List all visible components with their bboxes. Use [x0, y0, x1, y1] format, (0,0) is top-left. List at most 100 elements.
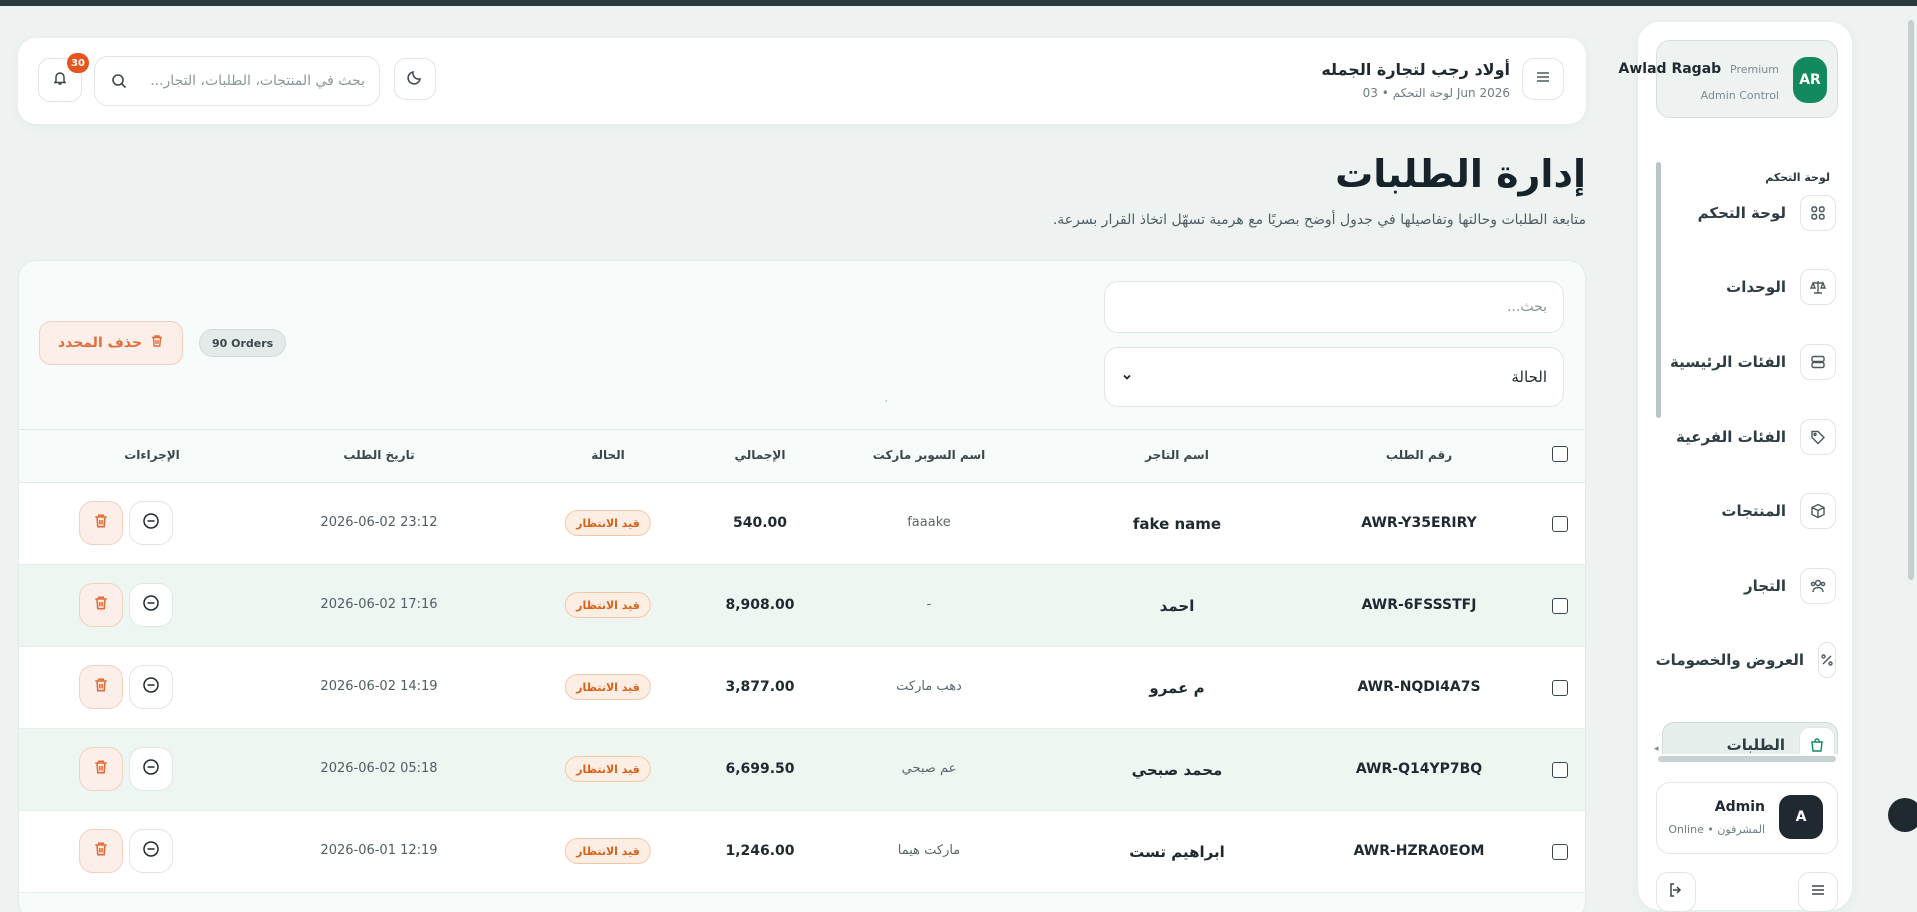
avatar: AR	[1793, 57, 1827, 103]
delete-order-button[interactable]	[79, 747, 123, 791]
status-badge: قيد الانتظار	[565, 510, 651, 536]
delete-selected-button[interactable]: حذف المحدد	[39, 321, 183, 365]
sidebar-item-label: الفئات الفرعية	[1676, 428, 1786, 446]
table-row[interactable]: AWR-HZRA0EOM ابراهيم تست ماركت هيما 1,24…	[19, 811, 1585, 893]
view-order-button[interactable]	[129, 747, 173, 791]
status-badge: قيد الانتظار	[565, 592, 651, 618]
order-total: 6,699.50	[725, 761, 795, 777]
view-order-button[interactable]	[129, 583, 173, 627]
sidebar-item-dashboard[interactable]: لوحة التحكم	[1662, 190, 1838, 236]
sidebar-horizontal-scrollbar[interactable]	[1658, 756, 1836, 762]
moon-icon	[407, 69, 423, 89]
view-order-button[interactable]	[129, 665, 173, 709]
row-checkbox[interactable]	[1552, 680, 1568, 696]
window-top-strip	[0, 0, 1917, 6]
profile-card[interactable]: AR Awlad Ragab Premium Admin Control	[1619, 40, 1838, 118]
layers-icon	[1800, 344, 1836, 380]
sidebar-item-merchants[interactable]: التجار	[1662, 563, 1838, 609]
delete-order-button[interactable]	[79, 665, 123, 709]
sidebar-item-label: لوحة التحكم	[1697, 204, 1786, 222]
table-row[interactable]: AWR-Y35ERIRY fake name faaake 540.00 قيد…	[19, 483, 1585, 565]
delete-order-button[interactable]	[79, 583, 123, 627]
col-actions: الإجراءات	[124, 448, 180, 462]
menu-icon	[1809, 881, 1827, 903]
notifications-button[interactable]: 30	[38, 53, 89, 102]
grid-icon	[1800, 195, 1836, 231]
menu-icon	[1535, 69, 1551, 89]
status-filter-select[interactable]: الحالة	[1104, 347, 1564, 407]
page-title: إدارة الطلبات	[1335, 152, 1586, 196]
sidebar-menu-button[interactable]	[1798, 872, 1838, 912]
sidebar-section-label: لوحة التحكم	[1765, 171, 1830, 184]
table-row[interactable]: AWR-Q14YP7BQ محمد صبحي عم صبحي 6,699.50 …	[19, 729, 1585, 811]
floating-chat-tab[interactable]	[1888, 798, 1917, 832]
sidebar-item-label: الفئات الرئيسية	[1670, 353, 1786, 371]
scroll-left-arrow-icon[interactable]: ◂	[1654, 744, 1659, 754]
percent-icon	[1818, 642, 1836, 678]
status-badge: قيد الانتظار	[565, 756, 651, 782]
market-name: faaake	[907, 515, 951, 530]
order-total: 540.00	[732, 515, 788, 531]
brand-title: أولاد رجب لتجارة الجمله	[1321, 60, 1510, 79]
notification-count-badge: 30	[67, 53, 89, 73]
bag-icon	[1799, 727, 1835, 754]
sidebar-item-products[interactable]: المنتجات	[1662, 488, 1838, 534]
row-checkbox[interactable]	[1552, 844, 1568, 860]
trash-icon	[93, 677, 109, 697]
col-market: اسم السوبر ماركت	[872, 448, 986, 462]
sidebar-item-sub-categories[interactable]: الفئات الفرعية	[1662, 414, 1838, 460]
merchant-name: محمد صبحي	[1131, 761, 1223, 779]
row-checkbox[interactable]	[1552, 598, 1568, 614]
top-header: أولاد رجب لتجارة الجمله لوحة التحكم • 03…	[18, 38, 1586, 124]
minus-circle-icon	[142, 840, 160, 862]
page-scrollbar[interactable]	[1908, 20, 1914, 580]
profile-name: Awlad Ragab Premium	[1619, 61, 1779, 77]
dark-mode-toggle[interactable]	[394, 58, 436, 100]
view-order-button[interactable]	[129, 501, 173, 545]
sidebar-item-orders[interactable]: الطلبات	[1662, 722, 1838, 754]
order-total: 8,908.00	[725, 597, 795, 613]
row-checkbox[interactable]	[1552, 516, 1568, 532]
minus-circle-icon	[142, 758, 160, 780]
merchant-name: م عمرو	[1149, 679, 1205, 697]
trash-icon	[93, 759, 109, 779]
col-merchant: اسم التاجر	[1145, 448, 1209, 462]
order-total: 3,877.00	[725, 679, 795, 695]
sidebar-item-label: التجار	[1744, 577, 1786, 595]
logout-icon	[1667, 881, 1685, 903]
sidebar: AR Awlad Ragab Premium Admin Control لوح…	[1619, 22, 1852, 912]
box-icon	[1800, 493, 1836, 529]
table-row[interactable]: AWR-NQDI4A7S م عمرو دهب ماركت 3,877.00 ق…	[19, 647, 1585, 729]
orders-search-input[interactable]	[1105, 282, 1563, 332]
global-search[interactable]	[94, 56, 380, 106]
sidebar-scrollbar[interactable]	[1656, 162, 1661, 418]
order-date: 2026-06-02 23:12	[320, 515, 438, 530]
sidebar-item-units[interactable]: الوحدات	[1662, 264, 1838, 310]
sidebar-item-label: المنتجات	[1721, 502, 1786, 520]
view-order-button[interactable]	[129, 829, 173, 873]
delete-order-button[interactable]	[79, 829, 123, 873]
trash-icon	[93, 841, 109, 861]
col-date: تاريخ الطلب	[343, 448, 415, 462]
profile-name-text: Awlad Ragab	[1618, 61, 1722, 77]
trash-icon	[93, 595, 109, 615]
order-date: 2026-06-02 14:19	[320, 679, 438, 694]
page-subtitle: متابعة الطلبات وحالتها وتفاصيلها في جدول…	[1052, 212, 1586, 228]
row-checkbox[interactable]	[1552, 762, 1568, 778]
table-row[interactable]: AWR-6FSSSTFJ احمد - 8,908.00 قيد الانتظا…	[19, 565, 1585, 647]
menu-toggle-button[interactable]	[1522, 58, 1564, 100]
table-header: رقم الطلب اسم التاجر اسم السوبر ماركت ال…	[19, 429, 1585, 483]
delete-order-button[interactable]	[79, 501, 123, 545]
col-order-id: رقم الطلب	[1385, 448, 1453, 462]
col-total: الإجمالي	[734, 448, 786, 462]
logout-button[interactable]	[1656, 872, 1696, 912]
global-search-input[interactable]	[145, 73, 365, 89]
market-name: دهب ماركت	[896, 679, 962, 694]
sidebar-item-main-categories[interactable]: الفئات الرئيسية	[1662, 339, 1838, 385]
sidebar-nav: لوحة التحكم لوحة التحكم الوحدات الفئات ا…	[1656, 152, 1838, 754]
sidebar-item-offers[interactable]: العروض والخصومات	[1656, 637, 1838, 683]
orders-search[interactable]	[1104, 281, 1564, 333]
chevron-down-icon	[1121, 368, 1133, 387]
admin-card[interactable]: A Admin Online • المشرفون	[1656, 782, 1838, 854]
select-all-checkbox[interactable]	[1552, 446, 1568, 462]
